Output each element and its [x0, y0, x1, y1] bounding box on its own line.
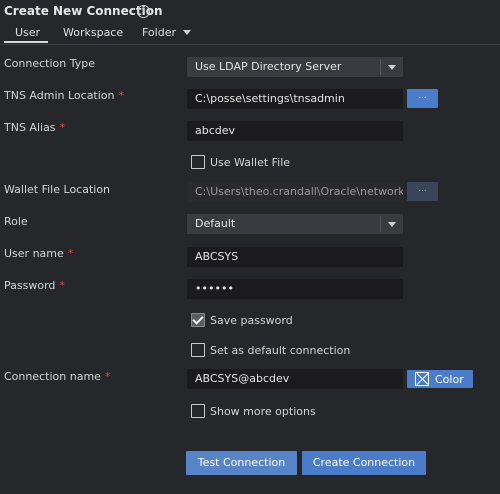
required-marker: *: [59, 279, 65, 292]
tab-workspace[interactable]: Workspace: [63, 26, 123, 39]
connection-type-value: Use LDAP Directory Server: [195, 60, 342, 73]
chevron-down-icon: [388, 65, 396, 70]
use-wallet-file-label: Use Wallet File: [210, 155, 291, 169]
save-password-checkbox[interactable]: Save password: [191, 313, 293, 327]
user-name-label: User name *: [4, 247, 74, 260]
chevron-down-icon: [388, 222, 396, 227]
role-value: Default: [195, 217, 236, 230]
default-connection-label: Set as default connection: [210, 343, 351, 357]
checkbox-box[interactable]: [191, 155, 205, 169]
active-tab-indicator: [4, 41, 48, 43]
connection-type-select[interactable]: Use LDAP Directory Server: [187, 57, 403, 77]
connection-name-field[interactable]: ABCSYS@abcdev: [187, 369, 403, 389]
save-password-label: Save password: [210, 313, 293, 327]
tns-admin-browse-button[interactable]: ...: [407, 89, 438, 108]
role-label: Role: [4, 215, 28, 228]
connection-type-label: Connection Type: [4, 57, 96, 70]
color-button[interactable]: Color: [407, 370, 473, 388]
folder-dropdown-chevron-icon[interactable]: [183, 30, 191, 35]
select-separator: [380, 216, 381, 232]
tns-alias-field[interactable]: abcdev: [187, 121, 403, 141]
show-more-options-label: Show more options: [210, 404, 316, 418]
tabs-divider: [0, 44, 500, 45]
tab-folder[interactable]: Folder: [142, 26, 176, 39]
show-more-options-checkbox[interactable]: Show more options: [191, 404, 316, 418]
required-marker: *: [118, 89, 125, 102]
color-button-label: Color: [435, 372, 464, 386]
checkbox-box[interactable]: [191, 313, 205, 327]
required-marker: *: [104, 370, 111, 383]
tns-admin-location-label: TNS Admin Location *: [4, 89, 125, 102]
tns-admin-location-field[interactable]: C:\posse\settings\tnsadmin: [187, 89, 403, 109]
user-name-field[interactable]: ABCSYS: [187, 247, 403, 267]
default-connection-checkbox[interactable]: Set as default connection: [191, 343, 350, 357]
create-connection-button[interactable]: Create Connection: [302, 451, 426, 475]
wallet-file-browse-button[interactable]: ...: [407, 182, 438, 201]
checkbox-box[interactable]: [191, 343, 205, 357]
checkbox-box[interactable]: [191, 404, 205, 418]
info-icon[interactable]: i: [137, 5, 150, 18]
password-field[interactable]: ••••••: [187, 279, 403, 299]
wallet-file-location-label: Wallet File Location: [4, 183, 111, 196]
no-color-swatch-icon: [415, 372, 429, 386]
use-wallet-file-checkbox[interactable]: Use Wallet File: [191, 155, 290, 169]
tns-alias-label: TNS Alias *: [4, 121, 66, 134]
select-separator: [380, 59, 381, 75]
role-select[interactable]: Default: [187, 214, 403, 234]
required-marker: *: [59, 121, 66, 134]
test-connection-button[interactable]: Test Connection: [186, 451, 297, 475]
wallet-file-location-field[interactable]: C:\Users\theo.crandall\Oracle\network\ad…: [187, 182, 403, 202]
connection-name-label: Connection name *: [4, 370, 111, 383]
tab-user[interactable]: User: [15, 26, 40, 39]
password-label: Password *: [4, 279, 65, 292]
required-marker: *: [67, 247, 74, 260]
